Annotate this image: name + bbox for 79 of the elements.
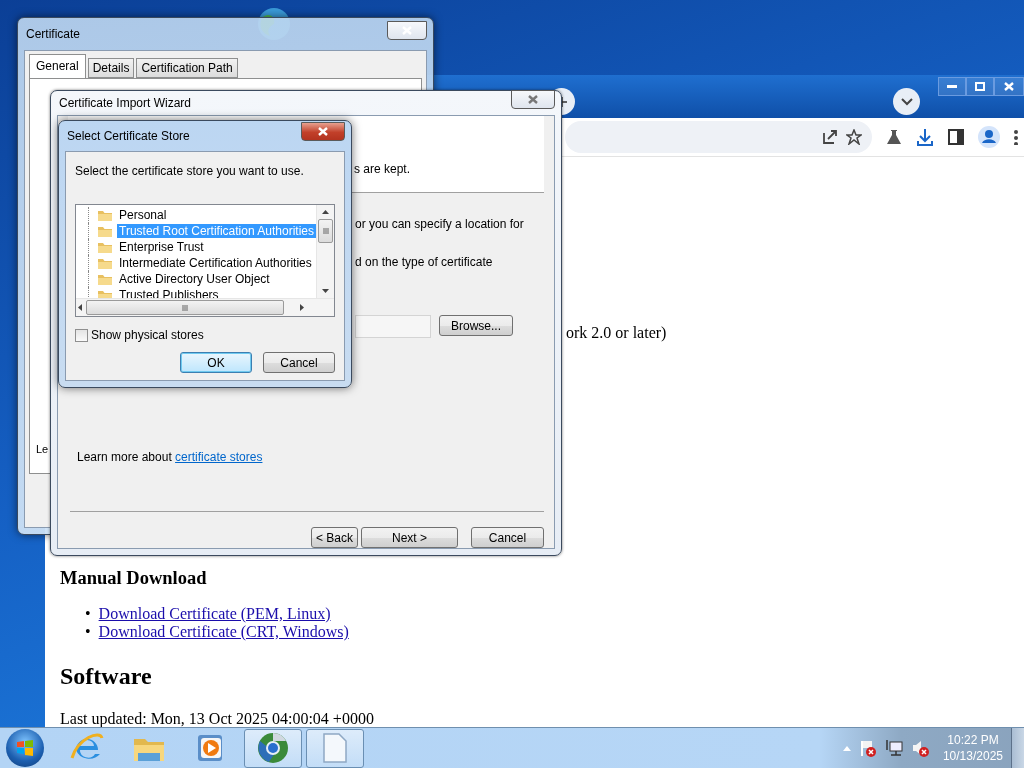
store-name: Enterprise Trust: [118, 240, 205, 254]
download-icon: [916, 127, 934, 146]
close-button[interactable]: [301, 121, 345, 141]
network-icon: [884, 739, 903, 757]
tab[interactable]: Details: [87, 58, 135, 78]
speaker-error-icon: [910, 739, 929, 757]
close-icon: [318, 126, 328, 136]
folder-icon: [97, 208, 113, 222]
close-icon: [528, 94, 538, 104]
folder-icon: [97, 224, 113, 238]
left-arrow-icon: [78, 304, 82, 311]
wizard-button[interactable]: Cancel: [471, 527, 544, 548]
body-text: d on the type of certificate: [355, 255, 494, 269]
folder-icon: [97, 256, 113, 270]
header-text: s are kept.: [354, 162, 411, 176]
profile-icon: [978, 125, 1000, 148]
right-arrow-icon: [300, 304, 304, 311]
tab[interactable]: Certification Path: [136, 58, 238, 78]
browse-button[interactable]: Browse...: [439, 315, 513, 336]
dialog-button[interactable]: OK: [180, 352, 252, 373]
page-text: ork 2.0 or later): [566, 324, 668, 342]
folder-icon: [97, 272, 113, 286]
star-icon: [846, 128, 862, 145]
maximize-button[interactable]: [966, 77, 994, 96]
taskbar-button[interactable]: [306, 728, 364, 768]
grip-icon: [322, 228, 329, 234]
close-icon: [1004, 82, 1014, 91]
window-title: Certificate Import Wizard: [59, 96, 192, 110]
taskbar-button[interactable]: [244, 728, 302, 768]
tab-search-button[interactable]: [893, 88, 920, 115]
store-name: Trusted Root Certification Authorities: [117, 224, 316, 238]
close-button[interactable]: [994, 77, 1024, 96]
share-icon: [822, 128, 838, 145]
bullet: •: [85, 605, 91, 623]
more-icon: [1014, 128, 1018, 145]
prompt-text: Select the certificate store you want to use.: [75, 164, 305, 178]
close-icon: [402, 25, 412, 35]
four-pane-flag-icon: [16, 740, 34, 756]
section-heading: Manual Download: [60, 568, 208, 589]
flag-error-icon: [858, 739, 877, 757]
window-title: Certificate: [26, 27, 81, 41]
side-panel-icon: [948, 128, 964, 145]
grip-icon: [182, 304, 188, 311]
flask-icon: [886, 128, 902, 145]
show-desktop-button[interactable]: [1011, 728, 1024, 768]
dialog-button[interactable]: Cancel: [263, 352, 335, 373]
up-arrow-icon: [322, 210, 329, 214]
download-link[interactable]: Download Certificate (PEM, Linux): [98, 605, 331, 623]
section-heading: Software: [60, 663, 153, 690]
folder-icon: [97, 240, 113, 254]
panel-text: Le: [36, 443, 50, 455]
checkbox[interactable]: [75, 328, 88, 342]
globe-icon: [256, 731, 290, 765]
vertical-scrollbar[interactable]: [316, 205, 334, 298]
chevron-down-icon: [900, 97, 913, 106]
down-arrow-icon: [322, 289, 329, 293]
show-physical-stores-checkbox[interactable]: Show physical stores: [75, 328, 335, 342]
tab[interactable]: General: [29, 54, 86, 78]
store-name: Active Directory User Object: [118, 272, 271, 286]
store-name: Personal: [118, 208, 168, 222]
dialog-title: Select Certificate Store: [67, 129, 190, 143]
download-link[interactable]: Download Certificate (CRT, Windows): [98, 623, 349, 641]
wizard-button[interactable]: < Back: [311, 527, 358, 548]
bullet: •: [85, 623, 91, 641]
body-text: or you can specify a location for: [355, 217, 525, 231]
maximize-icon: [975, 82, 985, 91]
certificate-stores-link[interactable]: certificate stores: [175, 450, 263, 464]
wizard-button[interactable]: Next >: [361, 527, 458, 548]
horizontal-scrollbar[interactable]: [76, 298, 334, 316]
minimize-button[interactable]: [938, 77, 966, 96]
minimize-icon: [947, 84, 957, 89]
document-icon: [322, 732, 348, 764]
close-button[interactable]: [387, 20, 427, 40]
learn-more-text: Learn more about certificate stores: [77, 450, 264, 464]
last-updated-text: Last updated: Mon, 13 Oct 2025 04:00:04 +0000: [60, 710, 375, 728]
show-hidden-icons-icon: [842, 745, 851, 751]
file-path-field[interactable]: [355, 315, 431, 338]
start-button[interactable]: [6, 729, 44, 767]
store-name: Intermediate Certification Authorities: [118, 256, 313, 270]
